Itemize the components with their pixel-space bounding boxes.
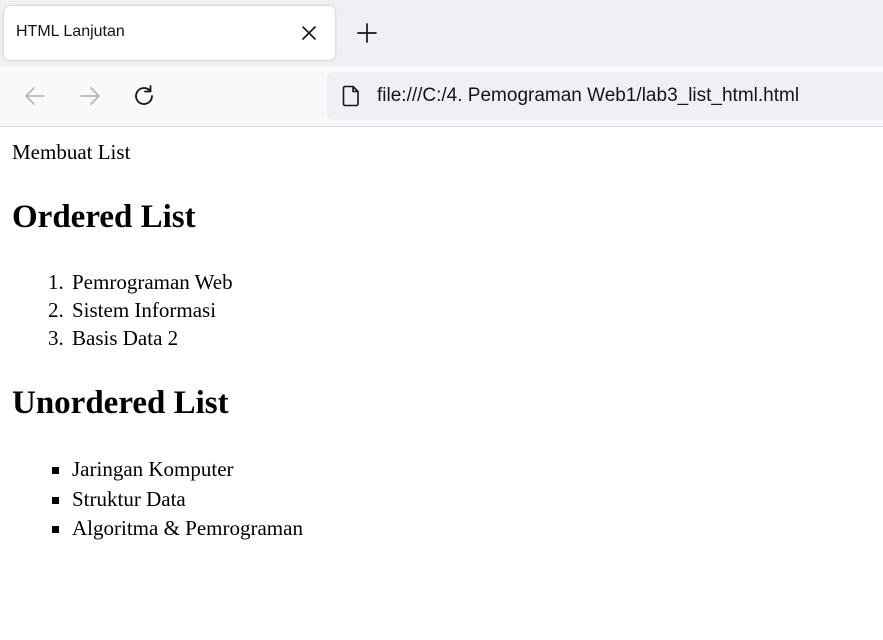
ordered-list-heading: Ordered List [12, 199, 196, 235]
close-icon[interactable] [300, 24, 318, 42]
list-item-label: Struktur Data [72, 486, 186, 511]
list-number: 2. [48, 298, 64, 322]
arrow-right-icon[interactable] [77, 83, 103, 109]
tab-strip: HTML Lanjutan [0, 0, 883, 66]
unordered-list-heading: Unordered List [12, 385, 229, 421]
list-item-label: Sistem Informasi [72, 298, 217, 322]
list-item-label: Basis Data 2 [72, 326, 179, 350]
page-content: Membuat List Ordered List 1. Pemrograman… [0, 127, 883, 640]
intro-text: Membuat List [12, 140, 131, 164]
url-text[interactable]: file:///C:/4. Pemograman Web1/lab3_list_… [377, 85, 799, 107]
square-bullet-icon [52, 467, 59, 474]
browser-tab[interactable]: HTML Lanjutan [4, 6, 335, 60]
square-bullet-icon [52, 496, 59, 504]
list-number: 3. [48, 326, 64, 350]
square-bullet-icon [52, 526, 59, 533]
navigation-bar: file:///C:/4. Pemograman Web1/lab3_list_… [0, 66, 883, 127]
file-icon [342, 85, 359, 107]
tab-title: HTML Lanjutan [16, 23, 125, 40]
list-item-label: Jaringan Komputer [72, 457, 234, 481]
plus-icon[interactable] [356, 22, 378, 44]
list-item-label: Pemrograman Web [72, 270, 233, 294]
list-item-label: Algoritma & Pemrograman [72, 516, 303, 540]
list-number: 1. [48, 270, 64, 294]
reload-icon[interactable] [131, 83, 157, 109]
url-bar[interactable]: file:///C:/4. Pemograman Web1/lab3_list_… [327, 72, 883, 120]
arrow-left-icon[interactable] [22, 83, 48, 109]
